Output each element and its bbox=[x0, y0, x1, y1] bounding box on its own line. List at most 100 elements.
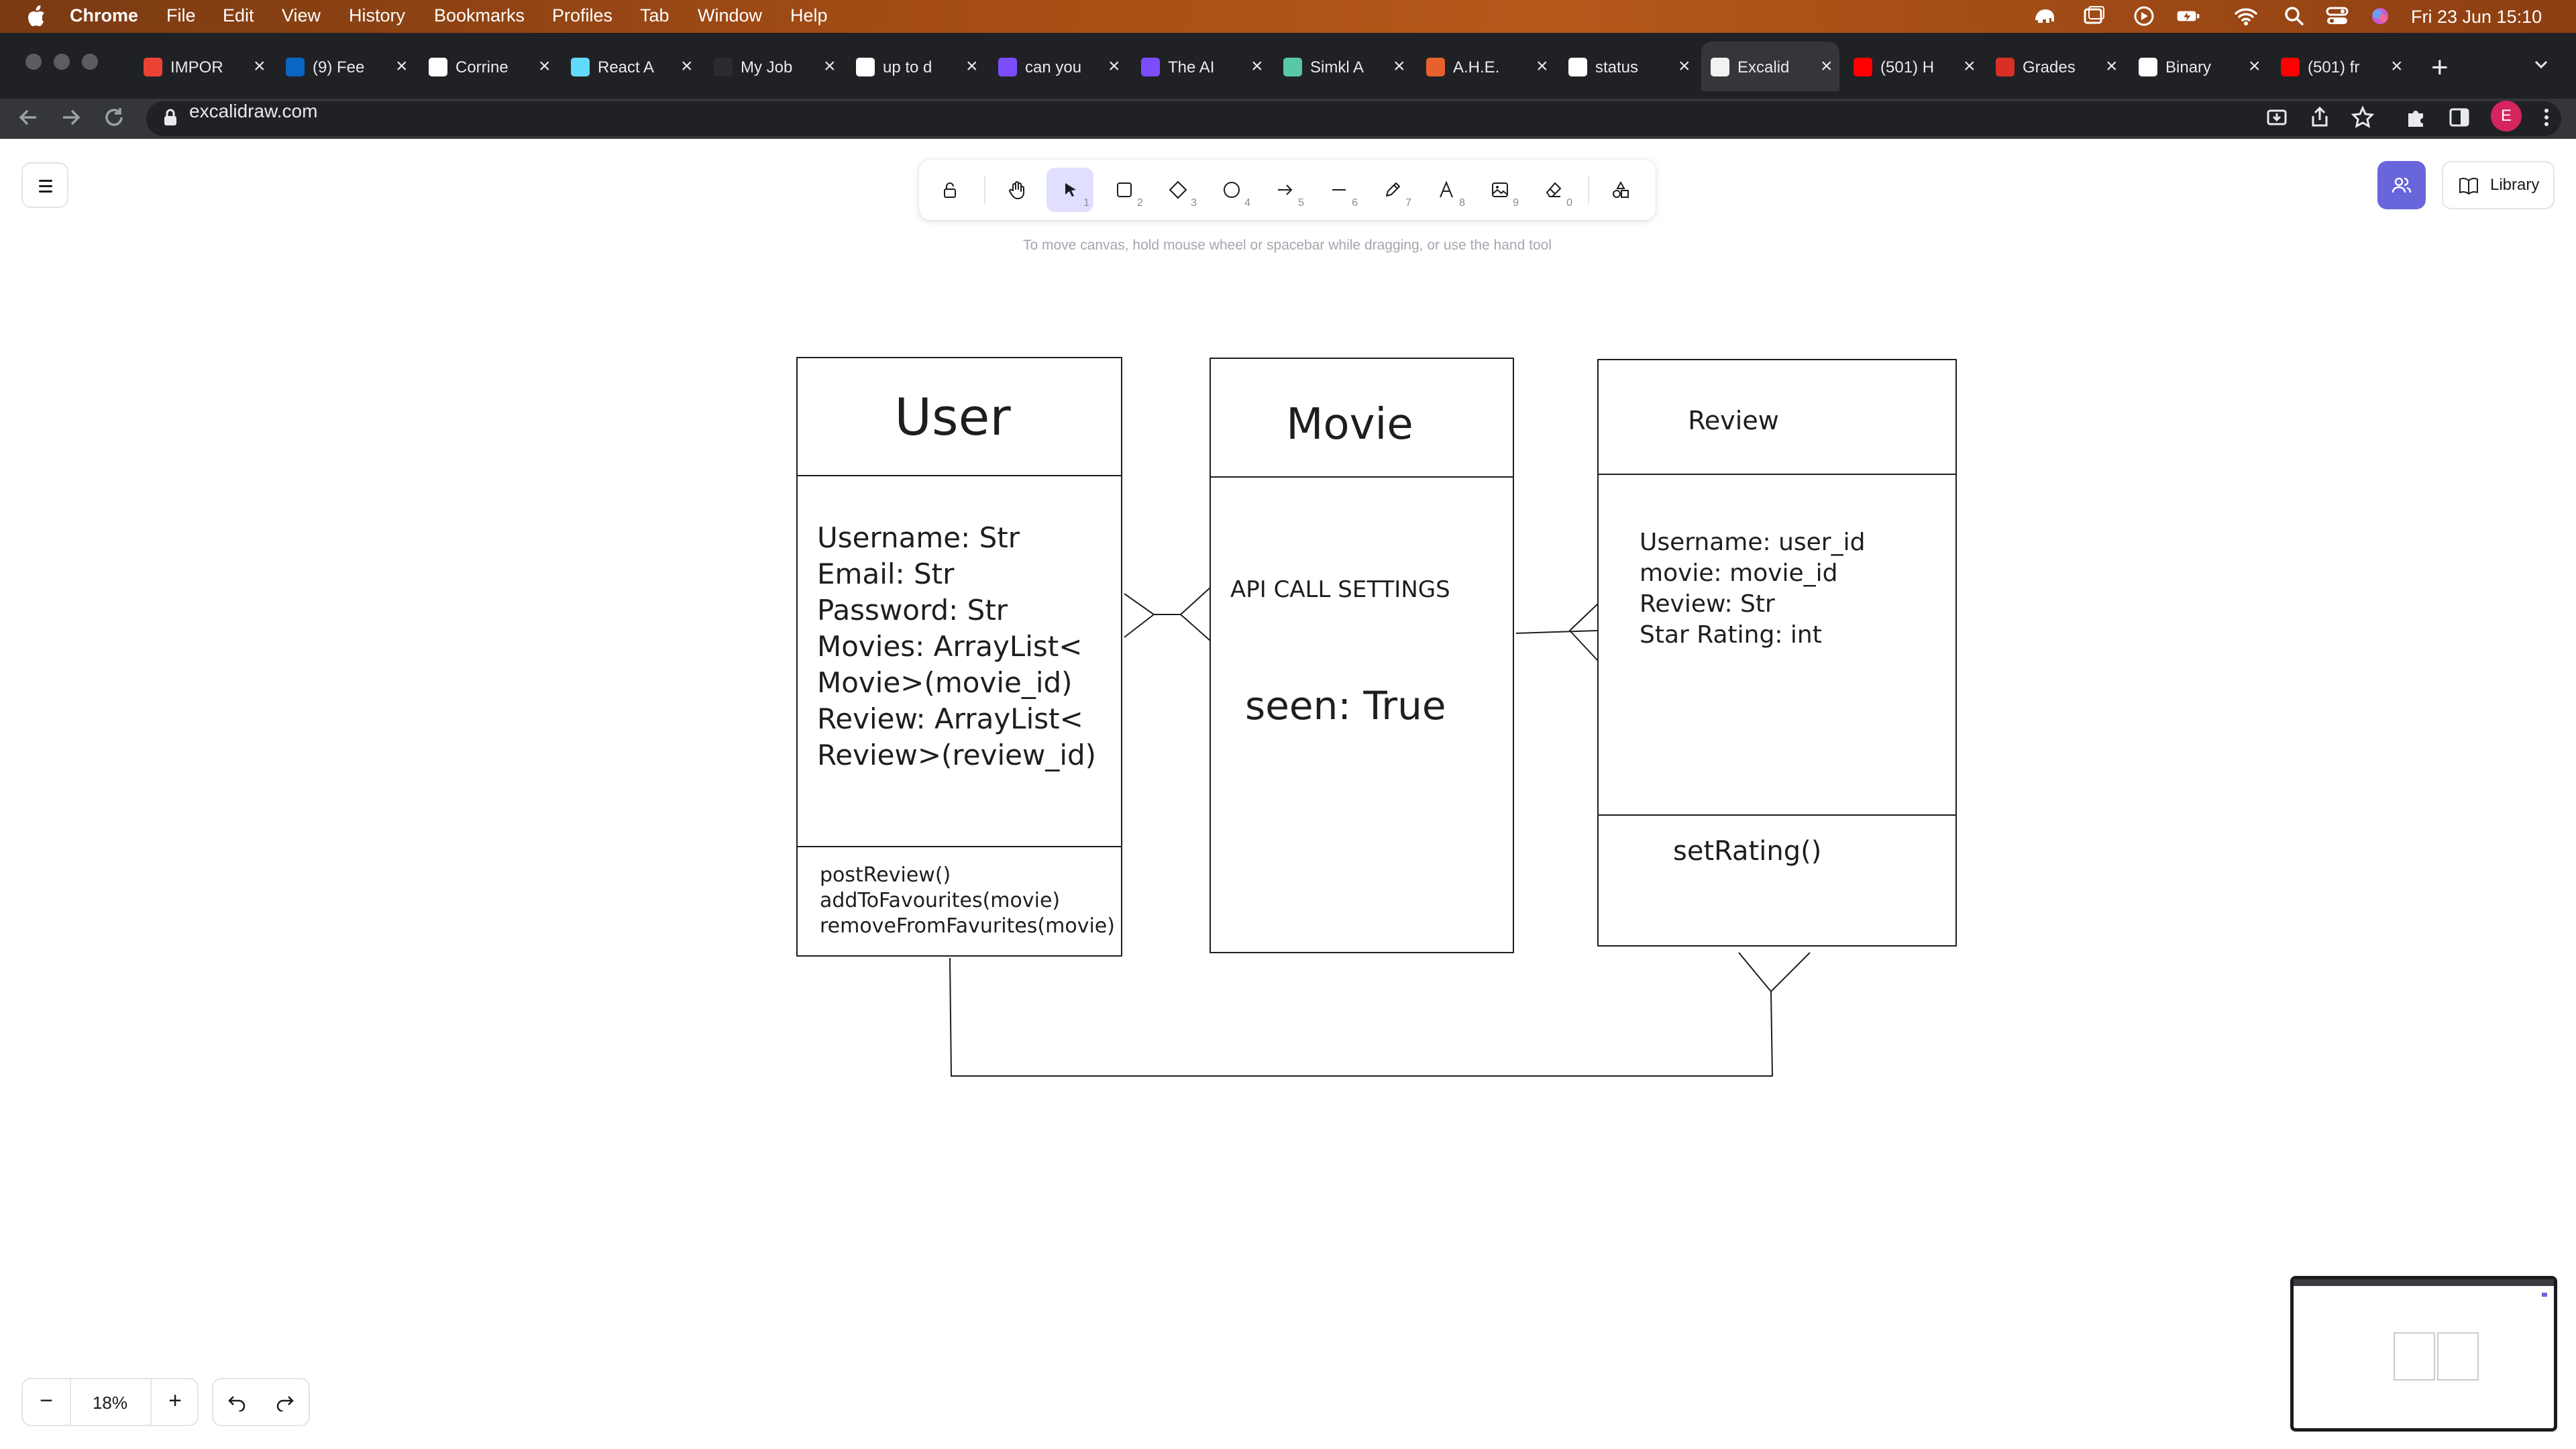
text-tool-button[interactable]: 8 bbox=[1422, 168, 1469, 212]
tab-close-icon[interactable]: × bbox=[1251, 55, 1263, 78]
url-text[interactable]: excalidraw.com bbox=[189, 101, 317, 122]
review-method[interactable]: setRating() bbox=[1673, 836, 1821, 867]
elephant-icon[interactable] bbox=[2033, 5, 2057, 27]
movie-box[interactable] bbox=[1210, 358, 1514, 953]
browser-tab[interactable]: status × bbox=[1559, 42, 1697, 91]
address-bar[interactable] bbox=[146, 101, 2561, 136]
tab-close-icon[interactable]: × bbox=[1964, 55, 1976, 78]
tab-close-icon[interactable]: × bbox=[824, 55, 836, 78]
tab-close-icon[interactable]: × bbox=[254, 55, 266, 78]
screen-thumbnail-preview[interactable] bbox=[2290, 1276, 2557, 1432]
menu-tab[interactable]: Tab bbox=[640, 5, 669, 26]
zoom-level[interactable]: 18% bbox=[71, 1393, 149, 1413]
redo-icon[interactable] bbox=[275, 1393, 295, 1411]
review-title[interactable]: Review bbox=[1688, 406, 1779, 435]
new-tab-button[interactable]: + bbox=[2431, 51, 2449, 85]
user-method[interactable]: postReview() bbox=[820, 863, 951, 887]
movie-api-settings[interactable]: API CALL SETTINGS bbox=[1230, 576, 1450, 603]
user-attribute[interactable]: Movie>(movie_id) bbox=[817, 666, 1073, 699]
window-zoom-button[interactable] bbox=[82, 54, 98, 70]
browser-tab[interactable]: React A × bbox=[561, 42, 700, 91]
browser-tab[interactable]: Corrine × bbox=[419, 42, 557, 91]
menu-profiles[interactable]: Profiles bbox=[552, 5, 612, 26]
tab-close-icon[interactable]: × bbox=[1108, 55, 1120, 78]
browser-tab[interactable]: (501) H × bbox=[1844, 42, 1982, 91]
install-app-icon[interactable] bbox=[2265, 105, 2289, 129]
back-icon[interactable] bbox=[16, 105, 40, 129]
user-title[interactable]: User bbox=[894, 387, 1011, 447]
user-movie-connector[interactable] bbox=[1124, 587, 1211, 641]
review-attribute[interactable]: Review: Str bbox=[1640, 590, 1775, 618]
share-icon[interactable] bbox=[2308, 105, 2332, 129]
menu-help[interactable]: Help bbox=[790, 5, 828, 26]
reload-icon[interactable] bbox=[102, 105, 126, 129]
hand-tool-button[interactable] bbox=[993, 168, 1040, 212]
movie-title[interactable]: Movie bbox=[1286, 400, 1413, 449]
browser-tab[interactable]: can you × bbox=[989, 42, 1127, 91]
window-minimize-button[interactable] bbox=[54, 54, 70, 70]
browser-tab[interactable]: Grades × bbox=[1986, 42, 2125, 91]
kebab-menu-icon[interactable] bbox=[2534, 105, 2559, 129]
library-button[interactable]: Library bbox=[2442, 161, 2555, 209]
user-box[interactable] bbox=[796, 357, 1122, 957]
menubar-clock[interactable]: Fri 23 Jun 15:10 bbox=[2411, 5, 2542, 28]
battery-icon[interactable] bbox=[2176, 5, 2200, 27]
tab-close-icon[interactable]: × bbox=[2106, 55, 2118, 78]
tab-close-icon[interactable]: × bbox=[539, 55, 551, 78]
lock-icon[interactable] bbox=[158, 105, 182, 129]
tab-close-icon[interactable]: × bbox=[2391, 55, 2403, 78]
undo-icon[interactable] bbox=[227, 1393, 247, 1411]
bookmark-star-icon[interactable] bbox=[2351, 105, 2375, 129]
arrow-tool-button[interactable]: 5 bbox=[1261, 168, 1308, 212]
tab-search-chevron-icon[interactable] bbox=[2533, 58, 2549, 71]
user-attribute[interactable]: Username: Str bbox=[817, 521, 1020, 554]
wifi-icon[interactable] bbox=[2234, 5, 2258, 27]
movie-review-connector[interactable] bbox=[1515, 603, 1599, 661]
extensions-puzzle-icon[interactable] bbox=[2404, 105, 2428, 129]
user-attribute[interactable]: Password: Str bbox=[817, 594, 1008, 627]
review-attribute[interactable]: Star Rating: int bbox=[1640, 621, 1822, 649]
review-box[interactable] bbox=[1597, 359, 1957, 947]
user-review-connector[interactable] bbox=[949, 952, 1811, 1077]
live-collaboration-button[interactable] bbox=[2377, 161, 2426, 209]
extra-tools-button[interactable] bbox=[1597, 168, 1644, 212]
menu-edit[interactable]: Edit bbox=[223, 5, 254, 26]
browser-tab[interactable]: IMPOR × bbox=[134, 42, 272, 91]
rectangle-tool-button[interactable]: 2 bbox=[1100, 168, 1147, 212]
tab-close-icon[interactable]: × bbox=[1393, 55, 1405, 78]
profile-avatar[interactable]: E bbox=[2491, 101, 2522, 131]
zoom-out-button[interactable]: − bbox=[23, 1379, 70, 1425]
tab-close-icon[interactable]: × bbox=[2249, 55, 2261, 78]
user-attribute[interactable]: Email: Str bbox=[817, 557, 955, 590]
lock-tool-button[interactable] bbox=[926, 168, 973, 212]
browser-tab[interactable]: Binary × bbox=[2129, 42, 2267, 91]
siri-icon[interactable] bbox=[2368, 5, 2392, 27]
browser-tab[interactable]: (9) Fee × bbox=[276, 42, 415, 91]
tab-close-icon[interactable]: × bbox=[1678, 55, 1690, 78]
review-attribute[interactable]: Username: user_id bbox=[1640, 529, 1865, 556]
tab-close-icon[interactable]: × bbox=[966, 55, 978, 78]
eraser-tool-button[interactable]: 0 bbox=[1529, 168, 1576, 212]
zoom-in-button[interactable]: + bbox=[152, 1379, 199, 1425]
browser-tab[interactable]: A.H.E. × bbox=[1417, 42, 1555, 91]
window-close-button[interactable] bbox=[25, 54, 42, 70]
app-name-menu[interactable]: Chrome bbox=[70, 5, 138, 26]
main-menu-button[interactable] bbox=[21, 162, 68, 208]
forward-icon[interactable] bbox=[59, 105, 83, 129]
browser-tab[interactable]: Simkl A × bbox=[1274, 42, 1412, 91]
line-tool-button[interactable]: 6 bbox=[1315, 168, 1362, 212]
menu-view[interactable]: View bbox=[282, 5, 321, 26]
image-tool-button[interactable]: 9 bbox=[1476, 168, 1523, 212]
browser-tab[interactable]: Excalid × bbox=[1701, 42, 1839, 91]
user-attribute[interactable]: Movies: ArrayList< bbox=[817, 630, 1082, 663]
draw-tool-button[interactable]: 7 bbox=[1368, 168, 1415, 212]
window-icon[interactable] bbox=[2082, 5, 2106, 27]
ellipse-tool-button[interactable]: 4 bbox=[1208, 168, 1254, 212]
spotlight-search-icon[interactable] bbox=[2282, 5, 2306, 27]
browser-tab[interactable]: up to d × bbox=[847, 42, 985, 91]
browser-tab[interactable]: My Job × bbox=[704, 42, 843, 91]
tab-close-icon[interactable]: × bbox=[681, 55, 693, 78]
side-panel-icon[interactable] bbox=[2447, 105, 2471, 129]
user-attribute[interactable]: Review: ArrayList< bbox=[817, 702, 1083, 735]
diamond-tool-button[interactable]: 3 bbox=[1154, 168, 1201, 212]
